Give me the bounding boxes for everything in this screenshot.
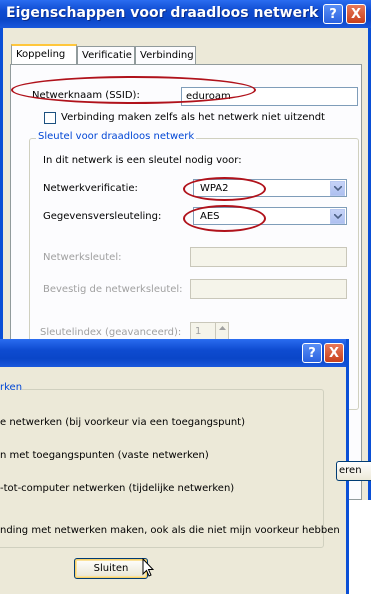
encryption-label: Gegevensversleuteling: xyxy=(43,211,162,222)
window-title: Eigenschappen voor draadloos netwerk xyxy=(6,5,319,21)
key-index-input[interactable]: 1 xyxy=(190,322,216,340)
auto-connect-label[interactable]: nding met netwerken maken, ook als die n… xyxy=(0,525,340,536)
spinner-up-icon xyxy=(219,326,226,330)
partial-underlying-button[interactable]: eren xyxy=(336,461,371,481)
mouse-cursor-icon xyxy=(142,558,154,577)
option-access-point-only[interactable]: n met toegangspunten (vaste netwerken) xyxy=(0,450,209,461)
dialog-title-bar[interactable]: ? X xyxy=(0,339,346,367)
encryption-select[interactable]: AES xyxy=(193,207,347,225)
encryption-select-value: AES xyxy=(200,211,220,222)
key-index-spinner[interactable] xyxy=(215,322,229,340)
hidden-network-label: Verbinding maken zelfs als het netwerk n… xyxy=(61,112,325,123)
option-computer-to-computer[interactable]: -tot-computer netwerken (tijdelijke netw… xyxy=(0,483,234,494)
wireless-networks-dialog: ? X rken e netwerken (bij voorkeur via e… xyxy=(0,339,349,594)
close-dialog-button[interactable]: Sluiten xyxy=(74,558,148,579)
close-button[interactable]: X xyxy=(346,4,366,24)
ssid-label: Netwerknaam (SSID): xyxy=(32,90,140,101)
network-access-title: rken xyxy=(0,382,23,393)
ssid-input[interactable]: eduroam xyxy=(181,87,358,106)
network-key-input[interactable] xyxy=(190,247,347,267)
auth-label: Netwerkverificatie: xyxy=(43,183,138,194)
tab-koppeling[interactable]: Koppeling xyxy=(11,44,77,65)
tab-verbinding[interactable]: Verbinding xyxy=(135,46,196,64)
confirm-key-input[interactable] xyxy=(190,279,347,299)
tab-verificatie[interactable]: Verificatie xyxy=(77,46,135,64)
option-access-point-preferred[interactable]: e netwerken (bij voorkeur via een toegan… xyxy=(0,417,245,428)
encryption-dropdown-arrow-icon[interactable] xyxy=(330,209,345,224)
key-index-label: Sleutelindex (geavanceerd): xyxy=(40,327,182,338)
dialog-close-button[interactable]: X xyxy=(324,343,344,363)
key-required-text: In dit netwerk is een sleutel nodig voor… xyxy=(43,155,242,166)
confirm-key-label: Bevestig de netwerksleutel: xyxy=(43,284,183,295)
auth-select-value: WPA2 xyxy=(200,183,229,194)
auth-dropdown-arrow-icon[interactable] xyxy=(330,181,345,196)
network-key-group-title: Sleutel voor draadloos netwerk xyxy=(36,131,197,142)
hidden-network-checkbox[interactable] xyxy=(44,112,56,124)
network-key-label: Netwerksleutel: xyxy=(43,252,122,263)
dialog-help-button[interactable]: ? xyxy=(302,343,322,363)
title-bar[interactable]: Eigenschappen voor draadloos netwerk ? X xyxy=(0,0,371,28)
auth-select[interactable]: WPA2 xyxy=(193,179,347,197)
help-button[interactable]: ? xyxy=(323,4,343,24)
